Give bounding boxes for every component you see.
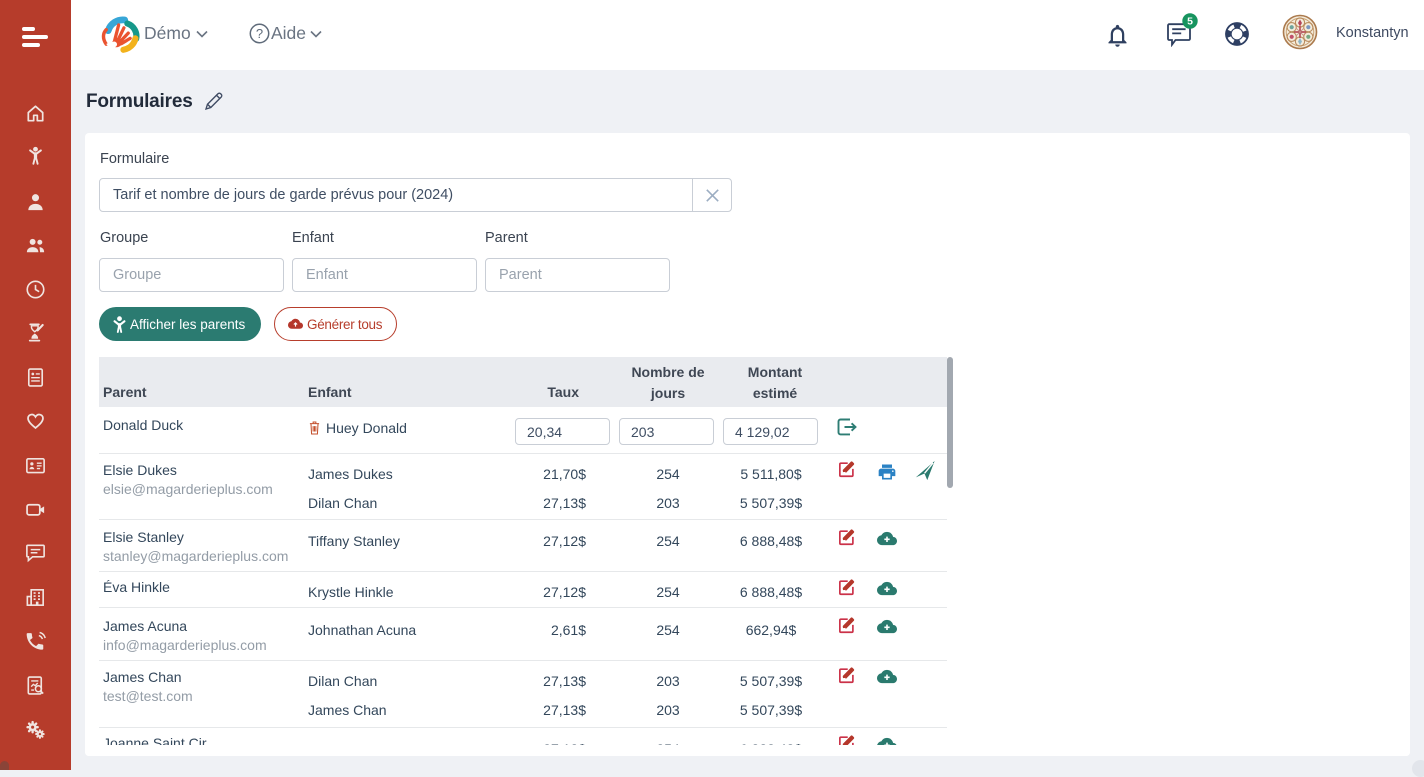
svg-text:?: ?: [256, 26, 263, 41]
svg-text:5: 5: [1187, 16, 1193, 28]
